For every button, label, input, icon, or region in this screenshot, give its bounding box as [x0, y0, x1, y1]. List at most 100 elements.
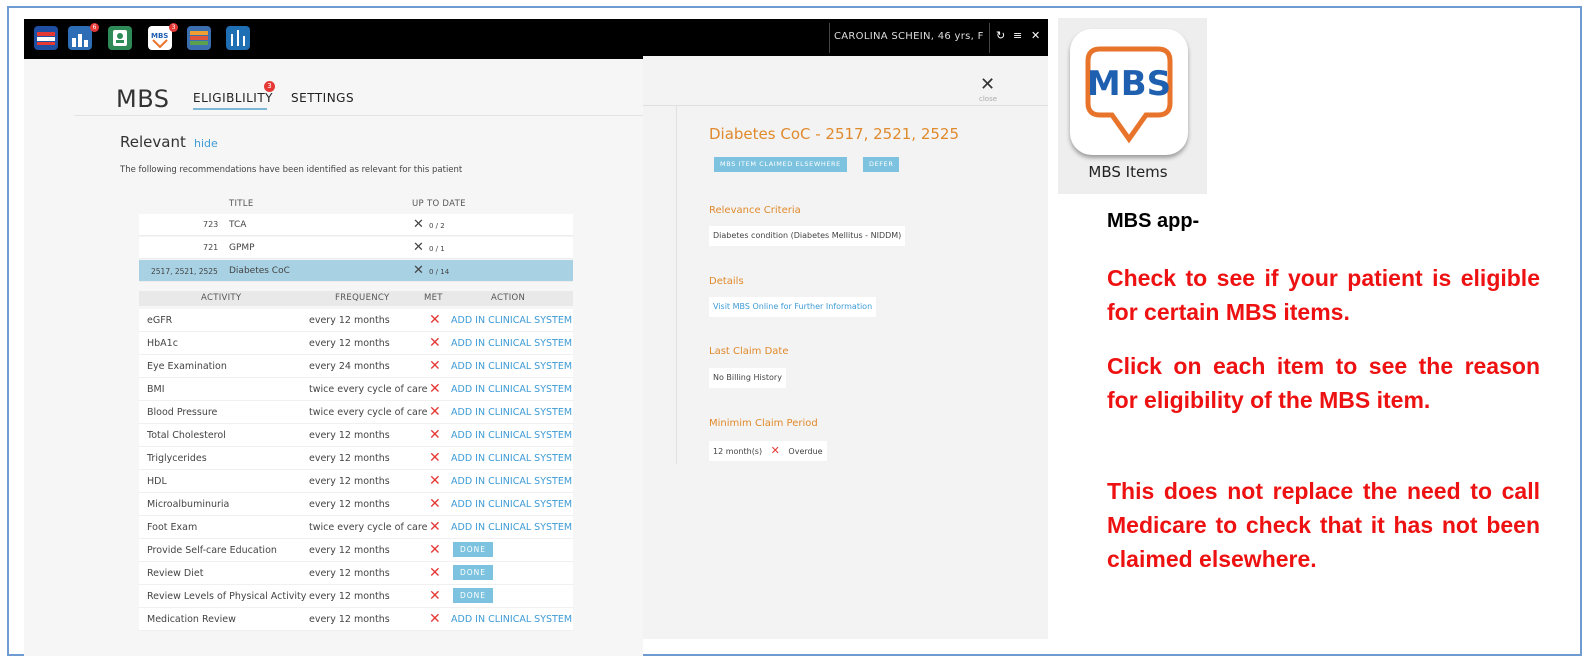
activity-row: Review Diet every 12 months ✕ DONE — [139, 562, 573, 585]
activity-row: Microalbuminuria every 12 months ✕ ADD I… — [139, 493, 573, 516]
activity-frequency: twice every cycle of care — [309, 384, 428, 395]
defer-button[interactable]: DEFER — [863, 157, 900, 172]
done-button[interactable]: DONE — [453, 565, 494, 580]
activity-name: Blood Pressure — [147, 407, 218, 418]
item-code: 723 — [203, 220, 219, 229]
divider — [829, 23, 830, 53]
add-in-clinical-system-link[interactable]: ADD IN CLINICAL SYSTEM — [451, 614, 572, 625]
activity-frequency: every 12 months — [309, 499, 390, 510]
activity-frequency: every 12 months — [309, 545, 390, 556]
min-period-value: 12 month(s) — [713, 447, 763, 456]
item-title: Diabetes CoC — [229, 266, 290, 276]
add-in-clinical-system-link[interactable]: ADD IN CLINICAL SYSTEM — [451, 522, 572, 533]
done-button[interactable]: DONE — [453, 588, 494, 603]
min-period-label: Minimim Claim Period — [709, 418, 818, 429]
add-in-clinical-system-link[interactable]: ADD IN CLINICAL SYSTEM — [451, 361, 572, 372]
add-in-clinical-system-link[interactable]: ADD IN CLINICAL SYSTEM — [451, 453, 572, 464]
claimed-elsewhere-button[interactable]: MBS ITEM CLAIMED ELSEWHERE — [714, 157, 847, 172]
activity-frequency: every 12 months — [309, 315, 390, 326]
item-row-tca[interactable]: 723 TCA ✕ 0 / 2 — [139, 214, 573, 236]
app-toolbar: 6 MBS 3 — [24, 19, 643, 59]
activity-row: Provide Self-care Education every 12 mon… — [139, 539, 573, 562]
not-met-icon: ✕ — [413, 263, 424, 278]
activity-name: HbA1c — [147, 338, 178, 349]
add-in-clinical-system-link[interactable]: ADD IN CLINICAL SYSTEM — [451, 384, 572, 395]
add-in-clinical-system-link[interactable]: ADD IN CLINICAL SYSTEM — [451, 407, 572, 418]
menu-icon[interactable]: ≡ — [1013, 29, 1022, 42]
chart-app-icon[interactable] — [68, 26, 92, 50]
contact-app-icon[interactable] — [108, 26, 132, 50]
overdue-icon: ✕ — [770, 444, 780, 457]
tab-eligibility[interactable]: ELIGIBLILITY — [193, 91, 273, 105]
activity-frequency: every 12 months — [309, 614, 390, 625]
divider — [676, 106, 677, 464]
activity-name: Triglycerides — [147, 453, 207, 464]
not-met-icon: ✕ — [429, 427, 441, 443]
activity-name: Review Diet — [147, 568, 204, 579]
annotation-paragraph: Check to see if your patient is eligible… — [1107, 265, 1540, 325]
not-met-icon: ✕ — [429, 496, 441, 512]
item-row-diabetes-coc[interactable]: 2517, 2521, 2525 Diabetes CoC ✕ 0 / 14 — [139, 260, 573, 282]
done-button[interactable]: DONE — [453, 542, 494, 557]
close-detail-icon[interactable]: ✕ — [980, 74, 995, 95]
section-description: The following recommendations have been … — [120, 165, 463, 175]
activity-frequency: every 12 months — [309, 568, 390, 579]
title-column-header: TITLE — [229, 199, 254, 209]
not-met-icon: ✕ — [429, 565, 441, 581]
not-met-icon: ✕ — [429, 381, 441, 397]
stack-app-icon[interactable] — [34, 26, 58, 50]
add-in-clinical-system-link[interactable]: ADD IN CLINICAL SYSTEM — [451, 430, 572, 441]
activity-name: BMI — [147, 384, 165, 395]
activity-row: eGFR every 12 months ✕ ADD IN CLINICAL S… — [139, 309, 573, 332]
activity-row: Blood Pressure twice every cycle of care… — [139, 401, 573, 424]
eligibility-badge: 3 — [264, 81, 275, 92]
refresh-icon[interactable]: ↻ — [996, 29, 1005, 42]
not-met-icon: ✕ — [429, 473, 441, 489]
mbs-app-icon[interactable]: MBS — [148, 26, 172, 50]
activity-row: Total Cholesterol every 12 months ✕ ADD … — [139, 424, 573, 447]
last-claim-label: Last Claim Date — [709, 346, 789, 357]
not-met-icon: ✕ — [413, 240, 424, 255]
not-met-icon: ✕ — [429, 312, 441, 328]
books-app-icon[interactable] — [187, 26, 211, 50]
hide-link[interactable]: hide — [194, 137, 218, 150]
add-in-clinical-system-link[interactable]: ADD IN CLINICAL SYSTEM — [451, 315, 572, 326]
mbs-logo-icon: MBS — [1070, 29, 1188, 155]
activity-frequency: every 24 months — [309, 361, 390, 372]
add-in-clinical-system-link[interactable]: ADD IN CLINICAL SYSTEM — [451, 476, 572, 487]
tab-settings[interactable]: SETTINGS — [291, 91, 354, 105]
close-label[interactable]: close — [979, 95, 997, 103]
min-period-box: 12 month(s) ✕ Overdue — [709, 441, 827, 461]
min-period-status: Overdue — [788, 447, 823, 456]
not-met-icon: ✕ — [429, 542, 441, 558]
close-icon[interactable]: ✕ — [1031, 29, 1040, 42]
item-code: 721 — [203, 243, 219, 252]
item-title: TCA — [229, 220, 247, 230]
activity-row: HDL every 12 months ✕ ADD IN CLINICAL SY… — [139, 470, 573, 493]
activity-name: eGFR — [147, 315, 173, 326]
activity-frequency: every 12 months — [309, 338, 390, 349]
last-claim-value: No Billing History — [709, 368, 786, 388]
add-in-clinical-system-link[interactable]: ADD IN CLINICAL SYSTEM — [451, 338, 572, 349]
not-met-icon: ✕ — [429, 588, 441, 604]
action-column-header: ACTION — [491, 293, 526, 303]
mbs-online-link[interactable]: Visit MBS Online for Further Information — [709, 297, 877, 317]
activity-name: HDL — [147, 476, 167, 487]
annotation-heading: MBS app- — [1107, 210, 1200, 232]
item-status: 0 / 14 — [429, 268, 450, 276]
item-row-gpmp[interactable]: 721 GPMP ✕ 0 / 1 — [139, 237, 573, 259]
item-status: 0 / 2 — [429, 222, 445, 230]
add-in-clinical-system-link[interactable]: ADD IN CLINICAL SYSTEM — [451, 499, 572, 510]
item-title: GPMP — [229, 243, 255, 253]
analytics-app-icon[interactable] — [226, 26, 250, 50]
logo-text: MBS — [1087, 64, 1171, 104]
activity-row: BMI twice every cycle of care ✕ ADD IN C… — [139, 378, 573, 401]
divider — [643, 105, 1048, 106]
activity-frequency: twice every cycle of care — [309, 407, 428, 418]
toolbar-badge: 6 — [90, 23, 99, 32]
toolbar-badge: 3 — [169, 23, 178, 32]
activity-name: Foot Exam — [147, 522, 198, 533]
patient-bar: CAROLINA SCHEIN, 46 yrs, F ↻ ≡ ✕ — [643, 19, 1048, 56]
annotation-paragraph: This does not replace the need to call M… — [1107, 478, 1540, 572]
activity-row: Review Levels of Physical Activity every… — [139, 585, 573, 608]
